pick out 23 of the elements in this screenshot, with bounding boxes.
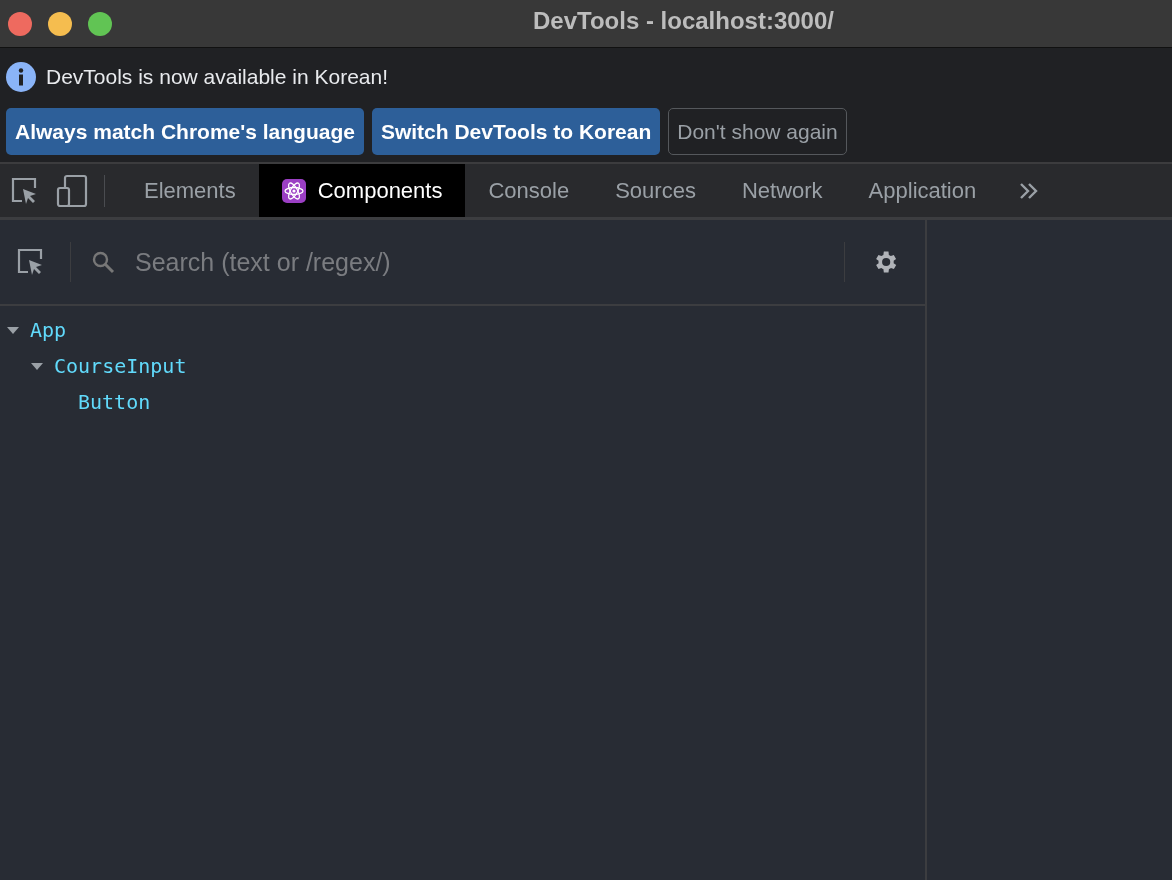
search-icon — [91, 250, 115, 274]
device-toolbar-icon[interactable] — [56, 173, 88, 208]
window-title: DevTools - localhost:3000/ — [533, 7, 834, 35]
panel-tab[interactable]: Components — [258, 164, 466, 217]
atom-icon — [281, 178, 306, 203]
action-button[interactable]: Switch DevTools to Korean — [371, 108, 661, 155]
action-button[interactable]: Always match Chrome's language — [6, 108, 364, 155]
panel-tab[interactable]: Application — [845, 164, 1000, 217]
minimize-button[interactable] — [48, 11, 72, 36]
info-message: DevTools is now available in Korean! — [46, 65, 389, 89]
dismiss-button[interactable]: Don't show again — [668, 108, 847, 155]
panel-tab[interactable]: Elements — [121, 164, 259, 217]
panel-tab[interactable]: Console — [465, 164, 593, 217]
zoom-button[interactable] — [88, 11, 112, 36]
component-name[interactable]: App — [30, 318, 67, 342]
search-field[interactable]: Search (text or /regex/) — [133, 246, 844, 278]
component-name[interactable]: CourseInput — [54, 354, 187, 378]
component-name[interactable]: Button — [78, 390, 151, 414]
panel-tab[interactable]: Network — [718, 164, 846, 217]
panel-tab[interactable]: Sources — [592, 164, 719, 217]
info-icon — [6, 62, 36, 92]
close-button[interactable] — [8, 11, 32, 36]
more-tabs-icon[interactable] — [1019, 181, 1040, 200]
